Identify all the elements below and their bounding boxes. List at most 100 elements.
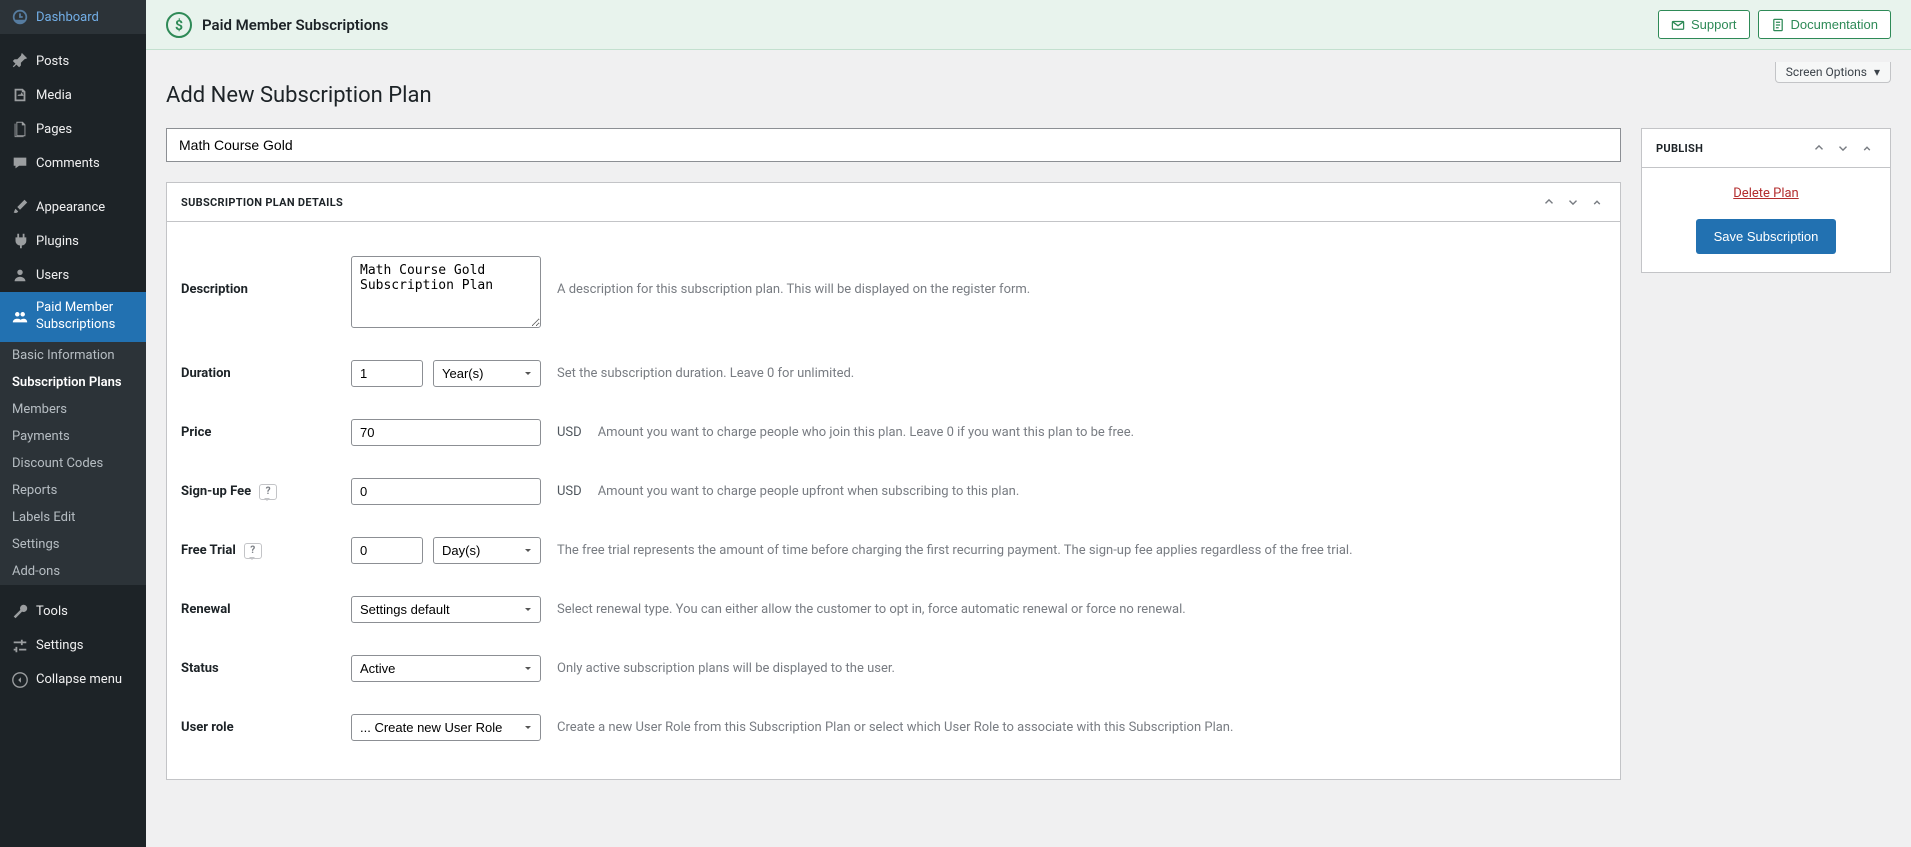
sidebar-item-posts[interactable]: Posts [0, 44, 146, 78]
collapse-icon [10, 670, 30, 690]
sidebar-sub-payments[interactable]: Payments [0, 423, 146, 450]
sidebar-sub-members[interactable]: Members [0, 396, 146, 423]
price-help: Amount you want to charge people who joi… [598, 425, 1134, 440]
free-trial-unit-select[interactable]: Day(s) [433, 537, 541, 564]
sidebar-sub-labels-edit[interactable]: Labels Edit [0, 504, 146, 531]
sidebar-item-comments[interactable]: Comments [0, 146, 146, 180]
publish-metabox: Publish Delete Plan Save Subscription [1641, 128, 1891, 273]
publish-title: Publish [1656, 142, 1810, 155]
plugin-header-bar: $ Paid Member Subscriptions Support Docu… [146, 0, 1911, 50]
dashboard-icon [10, 7, 30, 27]
sidebar-sub-discount-codes[interactable]: Discount Codes [0, 450, 146, 477]
description-label: Description [181, 256, 351, 297]
help-icon[interactable]: ? [244, 543, 262, 559]
support-label: Support [1691, 17, 1737, 32]
plugin-logo-icon: $ [166, 12, 192, 38]
free-trial-label: Free Trial [181, 543, 236, 558]
sidebar-item-media[interactable]: Media [0, 78, 146, 112]
sidebar-label: Media [36, 88, 72, 103]
sidebar-sub-subscription-plans[interactable]: Subscription Plans [0, 369, 146, 396]
user-role-select[interactable]: ... Create new User Role [351, 714, 541, 741]
sidebar-item-settings[interactable]: Settings [0, 629, 146, 663]
sidebar-item-dashboard[interactable]: Dashboard [0, 0, 146, 34]
signup-help: Amount you want to charge people upfront… [598, 484, 1020, 499]
plan-title-input[interactable] [166, 128, 1621, 162]
help-icon[interactable]: ? [259, 484, 277, 500]
collapse-up-icon[interactable] [1588, 193, 1606, 211]
sidebar-item-collapse[interactable]: Collapse menu [0, 663, 146, 697]
sidebar-sub-settings[interactable]: Settings [0, 531, 146, 558]
signup-fee-label: Sign-up Fee [181, 484, 251, 499]
chevron-up-icon[interactable] [1810, 139, 1828, 157]
sidebar-label: Collapse menu [36, 672, 122, 687]
price-label: Price [181, 425, 351, 440]
sidebar-label: Comments [36, 156, 100, 171]
sidebar-label-line1: Paid Member [36, 300, 115, 317]
duration-help: Set the subscription duration. Leave 0 f… [557, 366, 854, 381]
sidebar-sub-basic-info[interactable]: Basic Information [0, 342, 146, 369]
renewal-label: Renewal [181, 602, 351, 617]
sidebar-item-plugins[interactable]: Plugins [0, 224, 146, 258]
sidebar-label: Posts [36, 54, 69, 69]
renewal-select[interactable]: Settings default [351, 596, 541, 623]
wrench-icon [10, 602, 30, 622]
chevron-up-icon[interactable] [1540, 193, 1558, 211]
metabox-header: Subscription Plan Details [167, 183, 1620, 222]
sidebar-item-tools[interactable]: Tools [0, 595, 146, 629]
duration-input[interactable] [351, 360, 423, 387]
collapse-up-icon[interactable] [1858, 139, 1876, 157]
page-title: Add New Subscription Plan [166, 83, 1891, 108]
media-icon [10, 85, 30, 105]
sidebar-label: Plugins [36, 234, 79, 249]
renewal-help: Select renewal type. You can either allo… [557, 602, 1186, 617]
sidebar-submenu: Basic Information Subscription Plans Mem… [0, 342, 146, 585]
delete-plan-link[interactable]: Delete Plan [1733, 186, 1798, 201]
status-select[interactable]: Active [351, 655, 541, 682]
documentation-label: Documentation [1791, 17, 1878, 32]
brush-icon [10, 197, 30, 217]
user-icon [10, 265, 30, 285]
description-help: A description for this subscription plan… [557, 256, 1030, 297]
user-role-help: Create a new User Role from this Subscri… [557, 720, 1233, 735]
sidebar-sub-reports[interactable]: Reports [0, 477, 146, 504]
chevron-down-icon[interactable] [1834, 139, 1852, 157]
document-icon [1771, 18, 1785, 32]
status-label: Status [181, 661, 351, 676]
duration-label: Duration [181, 366, 351, 381]
description-textarea[interactable] [351, 256, 541, 328]
sidebar-label: Dashboard [36, 10, 99, 25]
free-trial-help: The free trial represents the amount of … [557, 543, 1353, 558]
plug-icon [10, 231, 30, 251]
metabox-header: Publish [1642, 129, 1890, 168]
support-button[interactable]: Support [1658, 10, 1750, 39]
sidebar-item-appearance[interactable]: Appearance [0, 190, 146, 224]
free-trial-input[interactable] [351, 537, 423, 564]
sidebar-label: Pages [36, 122, 72, 137]
sidebar-item-paid-member-subscriptions[interactable]: Paid Member Subscriptions [0, 292, 146, 342]
sidebar-sub-addons[interactable]: Add-ons [0, 558, 146, 585]
screen-options-toggle[interactable]: Screen Options ▾ [1775, 62, 1891, 83]
sidebar-item-users[interactable]: Users [0, 258, 146, 292]
sidebar-label: Users [36, 268, 69, 283]
price-input[interactable] [351, 419, 541, 446]
members-icon [10, 307, 30, 327]
signup-currency: USD [557, 484, 582, 499]
admin-sidebar: Dashboard Posts Media Pages Comments App… [0, 0, 146, 847]
sliders-icon [10, 636, 30, 656]
save-subscription-button[interactable]: Save Subscription [1696, 219, 1837, 254]
documentation-button[interactable]: Documentation [1758, 10, 1891, 39]
metabox-title: Subscription Plan Details [181, 196, 1540, 209]
sidebar-item-pages[interactable]: Pages [0, 112, 146, 146]
sidebar-label-line2: Subscriptions [36, 317, 115, 334]
chevron-down-icon[interactable] [1564, 193, 1582, 211]
comment-icon [10, 153, 30, 173]
plugin-title: Paid Member Subscriptions [202, 16, 1650, 34]
pin-icon [10, 51, 30, 71]
duration-unit-select[interactable]: Year(s) [433, 360, 541, 387]
sidebar-label: Settings [36, 638, 83, 653]
caret-down-icon: ▾ [1874, 65, 1880, 79]
sidebar-label: Appearance [36, 200, 105, 215]
signup-fee-input[interactable] [351, 478, 541, 505]
subscription-plan-details-metabox: Subscription Plan Details Description [166, 182, 1621, 780]
envelope-icon [1671, 18, 1685, 32]
